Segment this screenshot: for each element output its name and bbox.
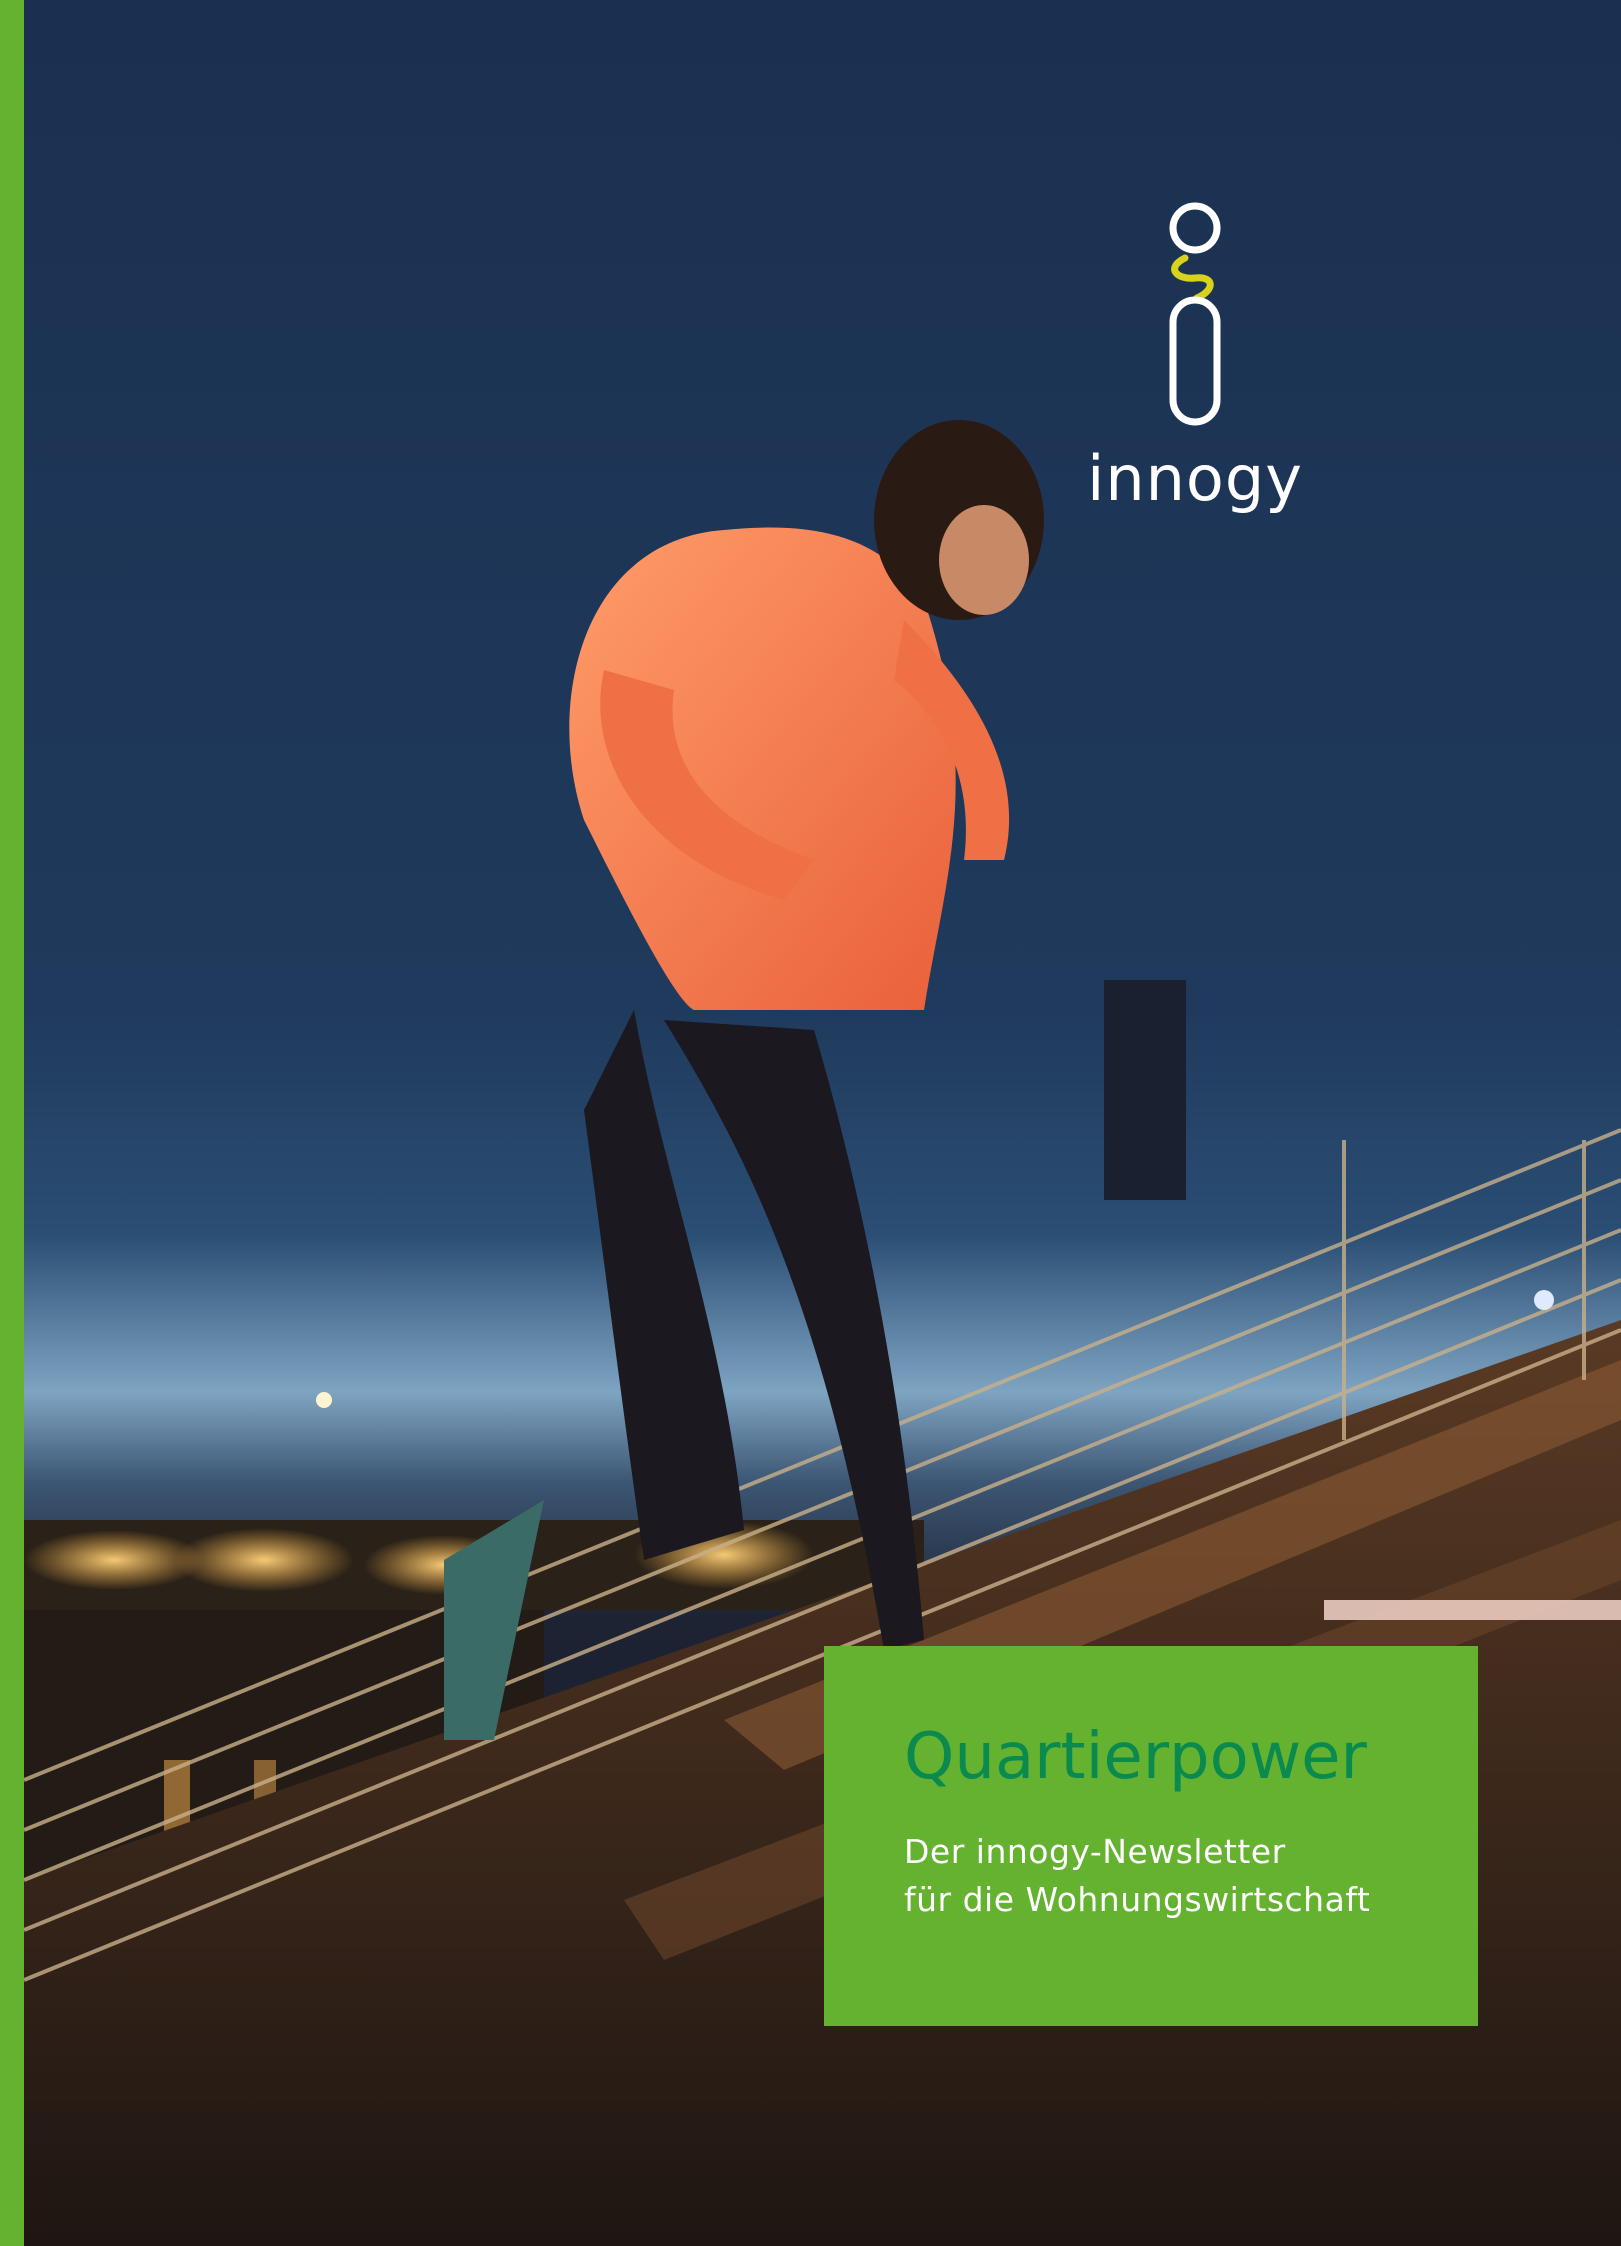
newsletter-subtitle: Der innogy-Newsletter für die Wohnungswi… (904, 1828, 1398, 1924)
subtitle-line-2: für die Wohnungswirtschaft (904, 1880, 1371, 1920)
innogy-logo-mark-icon (1169, 202, 1221, 426)
cover-page: innogy Quartierpower Der innogy-Newslett… (0, 0, 1621, 2246)
brand-strip (0, 0, 24, 2246)
innogy-wordmark: innogy (1087, 442, 1303, 515)
newsletter-title: Quartierpower (904, 1720, 1367, 1794)
title-box: Quartierpower Der innogy-Newsletter für … (824, 1646, 1478, 2026)
subtitle-line-1: Der innogy-Newsletter (904, 1832, 1286, 1872)
innogy-logo: innogy (1085, 198, 1305, 528)
